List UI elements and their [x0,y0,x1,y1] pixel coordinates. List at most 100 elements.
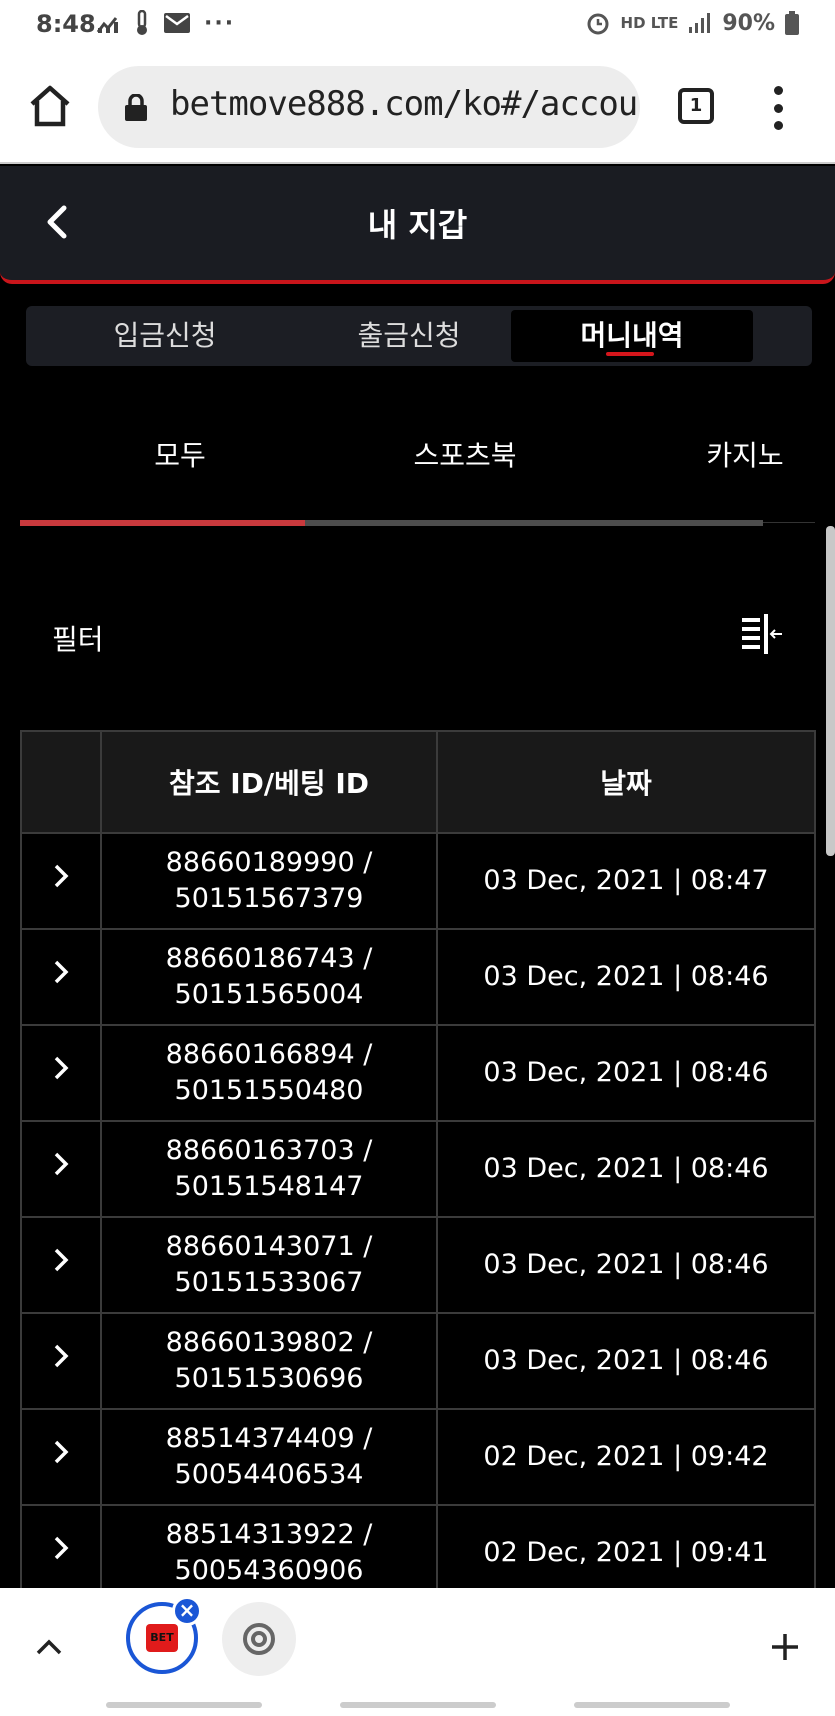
table-row[interactable]: 88660139802 / 50151530696 03 Dec, 2021 | 0… [20,1312,816,1410]
ref-id: 88660186743 / [165,943,373,974]
date-cell: 02 Dec, 2021 | 09:42 [436,1408,816,1506]
expand-row-cell[interactable] [20,1504,102,1588]
bet-app-logo: BET [146,1624,178,1652]
tab-money-history[interactable]: 머니내역 [511,310,753,362]
filter-toggle-icon[interactable] [740,614,784,654]
chrome-icon [243,1623,275,1655]
url-text: betmove888.com/ko#/accoun [170,84,640,124]
nav-handle-left [106,1702,262,1708]
subtab-all[interactable]: 모두 [120,416,240,496]
table-row[interactable]: 88660186743 / 50151565004 03 Dec, 2021 | 0… [20,928,816,1026]
date-cell: 03 Dec, 2021 | 08:47 [436,832,816,930]
expand-row-cell[interactable] [20,832,102,930]
chrome-bubble[interactable] [222,1602,296,1676]
expand-row-cell[interactable] [20,928,102,1026]
category-tabs: 모두 스포츠북 카지노 [20,416,815,526]
date-cell: 03 Dec, 2021 | 08:46 [436,1120,816,1218]
ref-id-cell: 88514374409 / 50054406534 [100,1408,438,1506]
add-icon[interactable] [770,1632,800,1662]
status-bar: 8:48 ··· HD LTE 90% [0,0,835,52]
page-header: 내 지갑 [0,166,835,284]
bet-id: 50151550480 [174,1075,364,1106]
battery-percent: 90% [722,10,775,36]
browser-toolbar: betmove888.com/ko#/accoun 1 [0,52,835,164]
table-row[interactable]: 88660166894 / 50151550480 03 Dec, 2021 | 0… [20,1024,816,1122]
expand-row-cell[interactable] [20,1024,102,1122]
filter-label: 필터 [52,623,104,656]
bottom-bar: BET × [0,1588,835,1716]
lock-icon [125,94,147,121]
bet-id: 50054360906 [174,1555,364,1586]
ref-id-cell: 88660163703 / 50151548147 [100,1120,438,1218]
ref-id-cell: 88660139802 / 50151530696 [100,1312,438,1410]
tab-withdraw[interactable]: 출금신청 [288,310,530,362]
bet-id: 50054406534 [174,1459,364,1490]
mail-icon [164,13,190,33]
ref-id: 88660163703 / [165,1135,373,1166]
page-title: 내 지갑 [367,206,468,244]
bet-id: 50151548147 [174,1171,364,1202]
wallet-tabs: 입금신청 출금신청 머니내역 [26,306,812,366]
url-field[interactable]: betmove888.com/ko#/accoun [98,66,640,148]
ref-id: 88514374409 / [165,1423,373,1454]
subtab-active-indicator [20,520,305,526]
close-bubble-icon[interactable]: × [172,1596,202,1626]
expand-row-cell[interactable] [20,1312,102,1410]
app-content: 내 지갑 입금신청 출금신청 머니내역 모두 스포츠북 카지노 필터 참조 ID… [0,166,835,1588]
chevron-right-icon [54,1536,69,1560]
alarm-icon [587,13,609,35]
bet-id: 50151567379 [174,883,364,914]
date-cell: 03 Dec, 2021 | 08:46 [436,1024,816,1122]
tab-deposit[interactable]: 입금신청 [44,310,286,362]
date-cell: 03 Dec, 2021 | 08:46 [436,928,816,1026]
table-row[interactable]: 88514313922 / 50054360906 02 Dec, 2021 | 0… [20,1504,816,1588]
signal-icon [689,13,711,33]
table-header-row: 참조 ID/베팅 ID 날짜 [20,730,816,834]
ref-id-cell: 88660143071 / 50151533067 [100,1216,438,1314]
table-row[interactable]: 88514374409 / 50054406534 02 Dec, 2021 | 0… [20,1408,816,1506]
chevron-right-icon [54,960,69,984]
network-label: HD LTE [620,14,679,32]
table-row[interactable]: 88660163703 / 50151548147 03 Dec, 2021 | 0… [20,1120,816,1218]
date-column-header: 날짜 [436,730,816,834]
expand-row-cell[interactable] [20,1120,102,1218]
table-row[interactable]: 88660143071 / 50151533067 03 Dec, 2021 | 0… [20,1216,816,1314]
status-time: 8:48 [36,10,96,38]
date-cell: 03 Dec, 2021 | 08:46 [436,1312,816,1410]
battery-icon [785,11,799,35]
chevron-right-icon [54,1440,69,1464]
bet-id: 50151530696 [174,1363,364,1394]
thermometer-icon [137,10,147,35]
home-icon[interactable] [26,82,74,130]
ref-id-cell: 88514313922 / 50054360906 [100,1504,438,1588]
ref-id-cell: 88660189990 / 50151567379 [100,832,438,930]
ref-id: 88660143071 / [165,1231,373,1262]
expand-row-cell[interactable] [20,1216,102,1314]
subtab-sportsbook[interactable]: 스포츠북 [380,416,550,496]
ref-id: 88660166894 / [165,1039,373,1070]
expand-row-cell[interactable] [20,1408,102,1506]
ref-id: 88514313922 / [165,1519,373,1550]
active-tab-indicator [606,352,654,356]
chevron-up-icon[interactable] [36,1638,62,1656]
page-scrollbar[interactable] [826,526,835,856]
ref-id-cell: 88660166894 / 50151550480 [100,1024,438,1122]
bet-id: 50151565004 [174,979,364,1010]
expand-column-header [20,730,102,834]
bet-id: 50151533067 [174,1267,364,1298]
nav-handle-right [574,1702,730,1708]
subtab-casino[interactable]: 카지노 [680,416,810,496]
tab-money-history-label: 머니내역 [580,319,684,352]
chevron-right-icon [54,1248,69,1272]
chevron-right-icon [54,1056,69,1080]
ref-id-column-header: 참조 ID/베팅 ID [100,730,438,834]
ref-id: 88660139802 / [165,1327,373,1358]
chevron-right-icon [54,1344,69,1368]
date-cell: 03 Dec, 2021 | 08:46 [436,1216,816,1314]
tab-switcher-button[interactable]: 1 [678,88,714,124]
stocks-icon [96,17,118,33]
chevron-right-icon [54,864,69,888]
table-row[interactable]: 88660189990 / 50151567379 03 Dec, 2021 | 0… [20,832,816,930]
date-cell: 02 Dec, 2021 | 09:41 [436,1504,816,1588]
browser-menu-icon[interactable] [766,86,790,130]
